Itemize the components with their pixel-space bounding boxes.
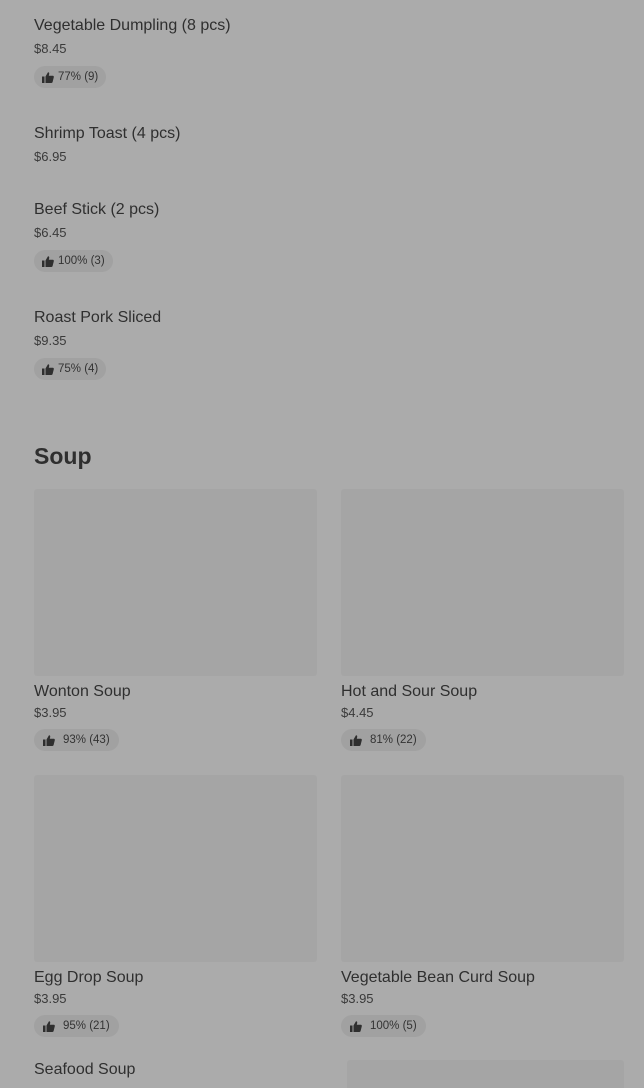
item-price: $4.45: [341, 705, 374, 720]
item-name: Roast Pork Sliced: [34, 309, 162, 326]
rating-badge: 100% (3): [34, 250, 113, 272]
rating-text: 95% (21): [63, 1020, 110, 1032]
item-name: Wonton Soup: [34, 683, 131, 700]
rating-text: 100% (5): [370, 1020, 417, 1032]
item-image[interactable]: [347, 1060, 624, 1088]
menu-card-hot-and-sour-soup[interactable]: Hot and Sour Soup $4.45 81% (22): [341, 489, 624, 751]
item-name: Shrimp Toast (4 pcs): [34, 125, 181, 142]
thumbs-up-icon: [42, 71, 54, 83]
item-price: $6.95: [34, 149, 67, 164]
item-name: Vegetable Dumpling (8 pcs): [34, 17, 231, 34]
item-image: [341, 489, 624, 676]
menu-page: Vegetable Dumpling (8 pcs) $8.45 77% (9)…: [0, 0, 644, 1088]
thumbs-up-icon: [43, 734, 55, 746]
rating-text: 100% (3): [58, 255, 105, 267]
item-name: Beef Stick (2 pcs): [34, 201, 160, 218]
item-price: $6.45: [34, 225, 67, 240]
menu-item-vegetable-dumpling[interactable]: Vegetable Dumpling (8 pcs) $8.45 77% (9): [34, 16, 624, 88]
section-title-soup: Soup: [34, 443, 92, 469]
item-price: $3.95: [341, 991, 374, 1006]
item-name: Vegetable Bean Curd Soup: [341, 969, 535, 986]
thumbs-up-icon: [350, 734, 362, 746]
rating-badge: 75% (4): [34, 358, 107, 380]
thumbs-up-icon: [42, 255, 54, 267]
item-price: $9.35: [34, 333, 67, 348]
menu-item-roast-pork-sliced[interactable]: Roast Pork Sliced $9.35 75% (4): [34, 308, 624, 380]
rating-text: 81% (22): [370, 734, 417, 746]
menu-item-beef-stick[interactable]: Beef Stick (2 pcs) $6.45 100% (3): [34, 200, 624, 272]
item-price: $3.95: [34, 991, 67, 1006]
rating-text: 77% (9): [58, 71, 99, 83]
rating-badge: 100% (5): [341, 1015, 426, 1037]
item-name: Hot and Sour Soup: [341, 683, 478, 700]
item-name: Egg Drop Soup: [34, 969, 144, 986]
rating-badge: 95% (21): [34, 1015, 119, 1037]
item-price: $3.95: [34, 705, 67, 720]
menu-card-egg-drop-soup[interactable]: Egg Drop Soup $3.95 95% (21): [34, 775, 317, 1037]
rating-badge: 77% (9): [34, 66, 107, 88]
rating-text: 75% (4): [58, 363, 99, 375]
rating-badge: 81% (22): [341, 729, 426, 751]
thumbs-up-icon: [42, 363, 54, 375]
item-image: [341, 775, 624, 962]
rating-text: 93% (43): [63, 734, 110, 746]
menu-card-vegetable-bean-curd-soup[interactable]: Vegetable Bean Curd Soup $3.95 100% (5): [341, 775, 624, 1037]
item-image: [34, 489, 317, 676]
thumbs-up-icon: [43, 1020, 55, 1032]
item-image: [34, 775, 317, 962]
menu-item-shrimp-toast[interactable]: Shrimp Toast (4 pcs) $6.95: [34, 124, 624, 165]
item-price: $8.45: [34, 41, 67, 56]
thumbs-up-icon: [350, 1020, 362, 1032]
menu-card-wonton-soup[interactable]: Wonton Soup $3.95 93% (43): [34, 489, 317, 751]
rating-badge: 93% (43): [34, 729, 119, 751]
